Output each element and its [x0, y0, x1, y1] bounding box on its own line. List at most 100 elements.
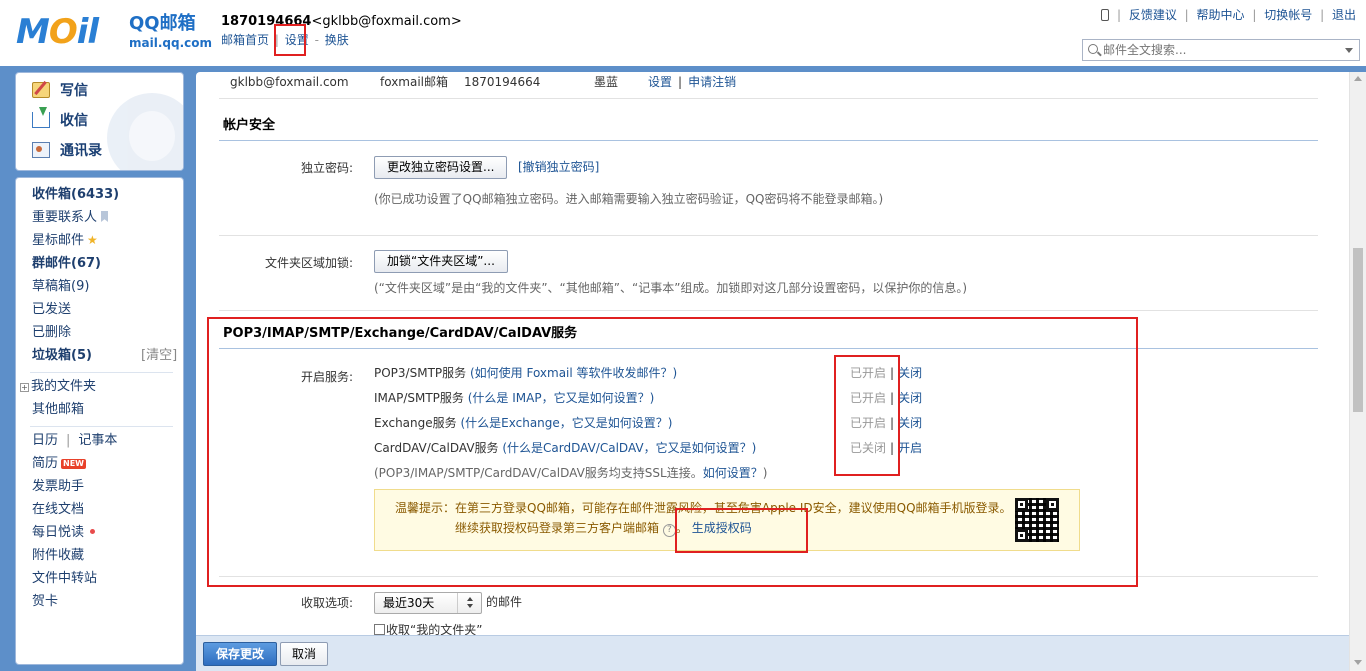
- select-spinner-icon: [457, 593, 481, 613]
- section-divider: [219, 140, 1318, 141]
- highlight-box-settings: [274, 24, 306, 56]
- account-theme-color: 墨蓝: [594, 75, 619, 89]
- password-note: (你已成功设置了QQ邮箱独立密码。进入邮箱需要输入独立密码验证，QQ密码将不能登…: [374, 192, 884, 206]
- user-email: <gklbb@foxmail.com>: [311, 14, 462, 29]
- switch-account-link[interactable]: 切换帐号: [1264, 8, 1312, 22]
- highlight-box-service-status: [834, 355, 900, 476]
- lock-folder-button[interactable]: 加锁“文件夹区域”...: [374, 250, 508, 273]
- sidebar-item-sent[interactable]: 已发送: [32, 298, 71, 321]
- sidebar-item-inbox[interactable]: 收件箱(6433): [32, 183, 119, 206]
- sidebar-item-greeting-card[interactable]: 贺卡: [32, 590, 58, 613]
- sidebar-item-label: 简历: [32, 456, 59, 471]
- empty-spam-link[interactable]: [清空]: [141, 344, 177, 367]
- unread-dot-icon: [90, 529, 96, 534]
- separator: |: [66, 433, 71, 448]
- help-center-link[interactable]: 帮助中心: [1197, 8, 1245, 22]
- logout-link[interactable]: 退出: [1332, 8, 1356, 22]
- receive-label: 收信: [60, 113, 88, 129]
- separator: |: [1320, 8, 1325, 22]
- sidebar-item-drafts[interactable]: 草稿箱(9): [32, 275, 89, 298]
- sidebar-item-my-folders[interactable]: + 我的文件夹: [20, 375, 96, 398]
- sidebar-item-label: 每日悦读: [32, 525, 85, 540]
- qq-penguin-watermark: [107, 93, 183, 170]
- compose-button[interactable]: 写信: [32, 79, 88, 103]
- feedback-link[interactable]: 反馈建议: [1129, 8, 1177, 22]
- pencil-icon: [32, 82, 50, 98]
- save-footer-bar: 保存更改 取消: [196, 635, 1349, 671]
- calendar-link[interactable]: 日历: [32, 433, 58, 448]
- sidebar-item-spam[interactable]: 垃圾箱(5) [清空]: [32, 344, 177, 367]
- divider: [219, 235, 1318, 236]
- mailbox-home-link[interactable]: 邮箱首页: [221, 33, 269, 47]
- sidebar-item-online-docs[interactable]: 在线文档: [32, 498, 84, 521]
- skin-link[interactable]: 换肤: [325, 33, 349, 47]
- sidebar-item-starred[interactable]: 星标邮件 ★: [32, 229, 98, 252]
- search-input[interactable]: [1103, 42, 1333, 58]
- receive-my-folders-checkbox[interactable]: [374, 624, 385, 635]
- qq-mail-logo[interactable]: MOil QQ邮箱 mail.qq.com: [16, 12, 212, 52]
- contacts-label: 通讯录: [60, 143, 102, 159]
- compose-label: 写信: [60, 83, 88, 99]
- account-email: gklbb@foxmail.com: [230, 75, 349, 89]
- sidebar-quick-actions: 写信 收信 通讯录: [15, 72, 184, 171]
- sidebar-item-group-mail[interactable]: 群邮件(67): [32, 252, 101, 275]
- scroll-up-arrow-icon[interactable]: [1354, 76, 1362, 81]
- sidebar-item-label: 我的文件夹: [31, 379, 97, 394]
- separator: |: [1252, 8, 1257, 22]
- separator: -: [314, 33, 319, 47]
- account-actions: 设置 | 申请注销: [648, 73, 736, 91]
- receive-button[interactable]: 收信: [32, 107, 88, 133]
- user-account-line: 1870194664<gklbb@foxmail.com>: [221, 13, 462, 31]
- sidebar-item-attachments[interactable]: 附件收藏: [32, 544, 84, 567]
- divider: [30, 372, 173, 373]
- sidebar-item-vip-contacts[interactable]: 重要联系人: [32, 206, 109, 229]
- account-number: 1870194664: [464, 75, 541, 89]
- logo-brand: QQ邮箱: [129, 13, 196, 34]
- scroll-down-arrow-icon[interactable]: [1354, 660, 1362, 665]
- sidebar-item-daily-reading[interactable]: 每日悦读: [32, 521, 96, 544]
- new-badge: NEW: [61, 459, 86, 469]
- mobile-phone-icon[interactable]: [1101, 9, 1110, 21]
- highlight-box-pop3-section: [207, 317, 1138, 587]
- vertical-scrollbar[interactable]: [1349, 72, 1366, 671]
- receive-options-label: 收取选项:: [300, 596, 353, 610]
- folder-lock-label: 文件夹区域加锁:: [264, 256, 353, 270]
- sidebar-item-label: 星标邮件: [32, 233, 85, 248]
- sidebar-item-invoice[interactable]: 发票助手: [32, 475, 84, 498]
- contacts-icon: [32, 142, 50, 158]
- sidebar-item-deleted[interactable]: 已删除: [32, 321, 71, 344]
- save-changes-button[interactable]: 保存更改: [203, 642, 278, 666]
- account-cancel-link[interactable]: 申请注销: [688, 75, 736, 89]
- logo-wordmark: MOil: [16, 12, 99, 52]
- expand-plus-icon[interactable]: +: [20, 383, 29, 392]
- sidebar-item-file-transfer[interactable]: 文件中转站: [32, 567, 97, 590]
- mail-search-box[interactable]: [1082, 39, 1360, 61]
- top-header: MOil QQ邮箱 mail.qq.com 1870194664<gklbb@f…: [0, 0, 1366, 66]
- sidebar-item-other-mailbox[interactable]: 其他邮箱: [32, 398, 84, 421]
- sidebar-item-resume[interactable]: 简历 NEW: [32, 452, 86, 475]
- notebook-link[interactable]: 记事本: [78, 433, 117, 448]
- separator: |: [1116, 8, 1121, 22]
- sidebar-item-label: 垃圾箱(5): [32, 348, 92, 363]
- star-icon: ★: [87, 233, 98, 247]
- search-dropdown-icon[interactable]: [1345, 48, 1353, 53]
- account-type: foxmail邮箱: [380, 75, 449, 89]
- account-settings-link[interactable]: 设置: [648, 75, 672, 89]
- cancel-button[interactable]: 取消: [280, 642, 329, 666]
- folder-lock-note: (“文件夹区域”是由“我的文件夹”、“其他邮箱”、“记事本”组成。加锁即对这几部…: [374, 281, 968, 295]
- sidebar-item-calendar-notebook: 日历 | 记事本: [32, 429, 117, 452]
- divider: [219, 98, 1318, 99]
- contacts-button[interactable]: 通讯录: [32, 139, 102, 163]
- separator: |: [678, 75, 683, 89]
- scrollbar-thumb[interactable]: [1353, 248, 1363, 412]
- divider: [30, 426, 173, 427]
- divider: [219, 310, 1318, 311]
- sidebar-item-label: 重要联系人: [32, 210, 98, 225]
- highlight-box-auth-code: [675, 508, 808, 553]
- receive-range-select[interactable]: 最近30天: [374, 592, 482, 614]
- change-password-button[interactable]: 更改独立密码设置...: [374, 156, 508, 179]
- revoke-password-link[interactable]: [撤销独立密码]: [518, 158, 599, 176]
- security-section-title: 帐户安全: [223, 118, 276, 133]
- inbox-download-icon: [32, 107, 50, 128]
- receive-suffix: 的邮件: [486, 595, 523, 609]
